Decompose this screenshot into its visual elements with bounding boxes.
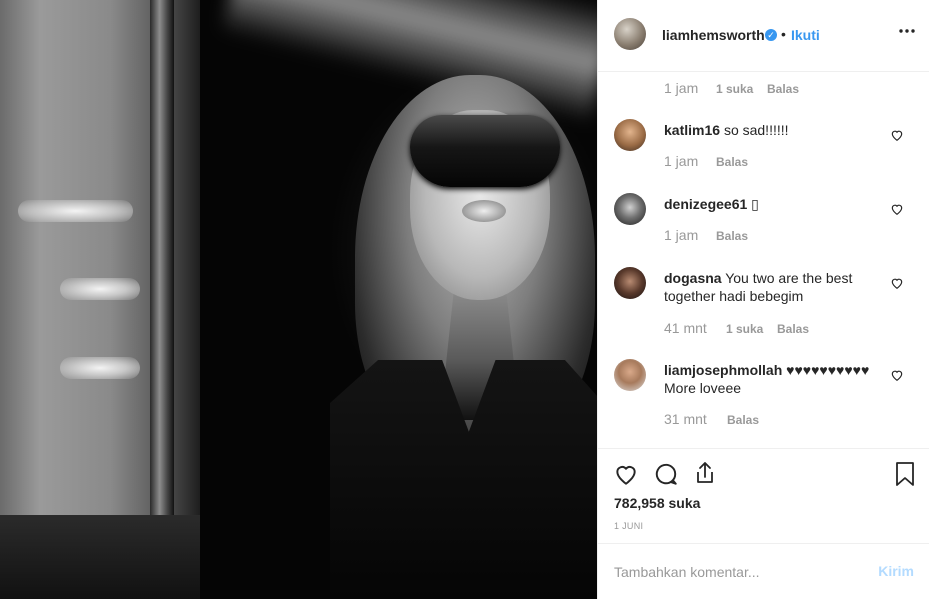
author-username[interactable]: liamhemsworth [662, 27, 765, 43]
comment-likes[interactable]: 1 suka [716, 82, 753, 96]
comment-time[interactable]: 1 jam [664, 80, 698, 96]
comment-text: liamjosephmollah ♥♥♥♥♥♥♥♥♥♥ More loveee [664, 361, 879, 397]
post-date: 1 JUNI [614, 521, 644, 531]
more-options-icon[interactable] [898, 22, 916, 46]
sunglasses [410, 115, 560, 187]
comment-time[interactable]: 31 mnt [664, 411, 707, 427]
separator-dot: • [781, 26, 786, 42]
comment-username[interactable]: liamjosephmollah [664, 362, 782, 378]
comment-input[interactable] [614, 562, 864, 582]
comment-likes[interactable]: 1 suka [726, 322, 763, 336]
comment-composer: Kirim [598, 543, 929, 599]
comment-body: so sad!!!!!! [723, 122, 789, 138]
person-mouth [462, 200, 506, 222]
comment-time[interactable]: 41 mnt [664, 320, 707, 336]
follow-button[interactable]: Ikuti [791, 27, 820, 43]
avatar[interactable] [614, 359, 646, 391]
comment-time[interactable]: 1 jam [664, 153, 698, 169]
avatar[interactable] [614, 18, 646, 50]
reply-button[interactable]: Balas [716, 229, 748, 243]
avatar[interactable] [614, 267, 646, 299]
verified-icon: ✓ [765, 29, 777, 41]
light-reflection [60, 278, 140, 300]
comment-time[interactable]: 1 jam [664, 227, 698, 243]
heart-icon[interactable] [890, 368, 904, 382]
door-frame [150, 0, 174, 599]
avatar[interactable] [614, 119, 646, 151]
reply-button[interactable]: Balas [767, 82, 799, 96]
reply-button[interactable]: Balas [716, 155, 748, 169]
avatar[interactable] [614, 193, 646, 225]
heart-icon[interactable] [890, 202, 904, 216]
light-reflection [18, 200, 133, 222]
light-reflection [60, 357, 140, 379]
comment-username[interactable]: katlim16 [664, 122, 720, 138]
reply-button[interactable]: Balas [777, 322, 809, 336]
bookmark-icon[interactable] [894, 461, 916, 492]
heart-icon[interactable] [613, 461, 639, 492]
comment-text: dogasna You two are the best together ha… [664, 269, 884, 305]
comment-text: katlim16 so sad!!!!!! [664, 121, 884, 139]
comment-text: denizegee61 ▯ [664, 195, 884, 213]
comment-body: ▯ [751, 196, 759, 212]
share-icon[interactable] [693, 460, 717, 491]
post-actions: 782,958 suka 1 JUNI [598, 448, 929, 543]
heart-icon[interactable] [890, 128, 904, 142]
post-sidebar: liamhemsworth ✓ • Ikuti 1 jam 1 suka Bal… [597, 0, 929, 599]
like-count[interactable]: 782,958 suka [614, 495, 700, 511]
post-header: liamhemsworth ✓ • Ikuti [598, 0, 929, 72]
comment-username[interactable]: denizegee61 [664, 196, 747, 212]
reply-button[interactable]: Balas [727, 413, 759, 427]
door-base [0, 515, 200, 599]
comment-username[interactable]: dogasna [664, 270, 722, 286]
heart-icon[interactable] [890, 276, 904, 290]
post-photo[interactable] [0, 0, 597, 599]
send-button[interactable]: Kirim [878, 563, 914, 579]
comment-icon[interactable] [653, 461, 679, 492]
